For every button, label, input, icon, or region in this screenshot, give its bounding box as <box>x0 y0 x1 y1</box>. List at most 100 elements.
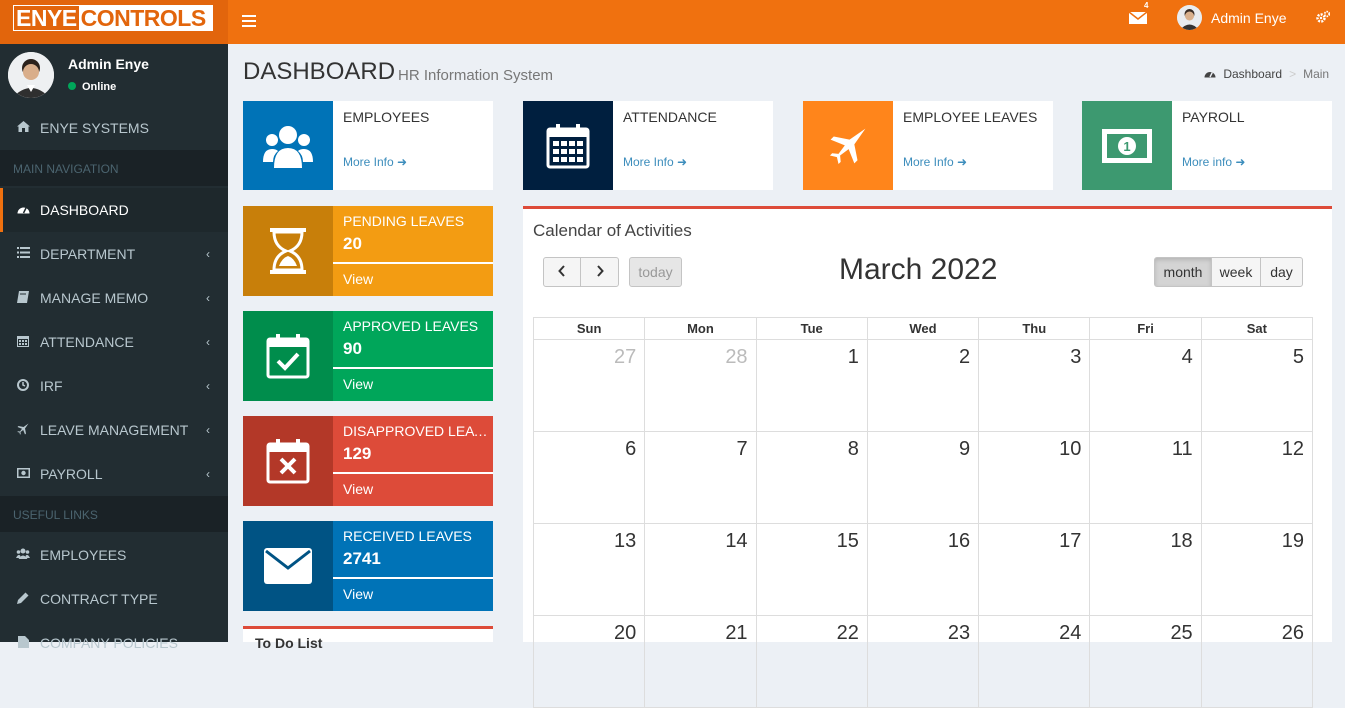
sidebar-link-company-policies[interactable]: COMPANY POLICIES <box>0 621 228 665</box>
calendar-day-cell[interactable]: 11 <box>1090 432 1202 523</box>
calendar-day-cell[interactable]: 22 <box>757 616 868 707</box>
calendar-day-cell[interactable]: 6 <box>533 432 646 523</box>
chevron-left-icon: ‹ <box>206 335 210 349</box>
calendar-times-icon <box>243 416 333 506</box>
calendar-day-cell[interactable]: 14 <box>645 524 757 615</box>
calendar-day-cell[interactable]: 16 <box>868 524 980 615</box>
calendar-day-cell[interactable]: 19 <box>1202 524 1313 615</box>
info-box-attendance: ATTENDANCE More Info ➜ <box>523 101 773 190</box>
calendar-day-cell[interactable]: 24 <box>979 616 1091 707</box>
sidebar-item-leave-management[interactable]: LEAVE MANAGEMENT ‹ <box>0 408 228 452</box>
sidebar-item-payroll[interactable]: PAYROLL ‹ <box>0 452 228 496</box>
pending-leaves-box: PENDING LEAVES 20 View <box>243 206 493 296</box>
calendar-day-cell[interactable]: 20 <box>533 616 646 707</box>
more-info-link[interactable]: More Info ➜ <box>903 155 967 169</box>
calendar-day-cell[interactable]: 23 <box>868 616 980 707</box>
user-menu[interactable]: Admin Enye <box>1211 10 1286 26</box>
view-link[interactable]: View <box>333 474 493 506</box>
calendar-day-cell[interactable]: 15 <box>757 524 868 615</box>
calendar-week-row: 13 14 15 16 17 18 19 <box>533 524 1313 616</box>
mail-icon[interactable]: 4 <box>1128 1 1148 26</box>
logo[interactable]: ENYE CONTROLS <box>13 5 213 31</box>
month-view-button[interactable]: month <box>1154 257 1212 287</box>
file-icon <box>16 635 30 651</box>
sidebar-item-attendance[interactable]: ATTENDANCE ‹ <box>0 320 228 364</box>
calendar-day-cell[interactable]: 26 <box>1202 616 1313 707</box>
breadcrumb-home-link[interactable]: Dashboard <box>1223 67 1282 81</box>
dow-sun: Sun <box>533 318 646 339</box>
dashboard-icon <box>1204 67 1219 81</box>
clock-icon <box>16 378 30 394</box>
sidebar-user-name: Admin Enye <box>68 56 149 72</box>
week-view-button[interactable]: week <box>1211 257 1261 287</box>
calendar-day-cell[interactable]: 4 <box>1090 340 1202 431</box>
plane-icon <box>803 101 893 190</box>
info-box-title: PAYROLL <box>1182 109 1245 125</box>
chevron-left-icon: ‹ <box>206 247 210 261</box>
view-link[interactable]: View <box>333 579 493 611</box>
dow-mon: Mon <box>645 318 757 339</box>
main-navigation-header: MAIN NAVIGATION <box>0 150 228 186</box>
sidebar-item-dashboard[interactable]: DASHBOARD <box>0 188 228 232</box>
calendar-week-row: 27 28 1 2 3 4 5 <box>533 340 1313 432</box>
chevron-left-icon: ‹ <box>206 467 210 481</box>
calendar-day-cell[interactable]: 21 <box>645 616 757 707</box>
arrow-circle-right-icon: ➜ <box>957 155 968 169</box>
logo-area: ENYE CONTROLS <box>0 0 228 44</box>
calendar-check-icon <box>243 311 333 401</box>
calendar-day-cell[interactable]: 17 <box>979 524 1091 615</box>
calendar-day-cell[interactable]: 28 <box>645 340 757 431</box>
calendar-day-cell[interactable]: 9 <box>868 432 980 523</box>
more-info-link[interactable]: More info ➜ <box>1182 155 1245 169</box>
calendar-day-cell[interactable]: 5 <box>1202 340 1313 431</box>
box-label: DISAPPROVED LEAVES <box>343 423 491 439</box>
calendar-day-cell[interactable]: 18 <box>1090 524 1202 615</box>
info-box-title: EMPLOYEES <box>343 109 430 125</box>
day-view-button[interactable]: day <box>1260 257 1303 287</box>
hourglass-icon <box>243 206 333 296</box>
chevron-right-icon <box>596 264 604 280</box>
calendar-month-title: March 2022 <box>839 253 998 286</box>
calendar-day-cell[interactable]: 25 <box>1090 616 1202 707</box>
sidebar-link-contract-type[interactable]: CONTRACT TYPE <box>0 577 228 621</box>
calendar-day-cell[interactable]: 13 <box>533 524 646 615</box>
plane-icon <box>16 423 30 438</box>
view-link[interactable]: View <box>333 264 493 296</box>
calendar-day-cell[interactable]: 1 <box>757 340 868 431</box>
page-title: DASHBOARD <box>243 58 396 85</box>
box-label: APPROVED LEAVES <box>343 318 479 334</box>
calendar-grid: Sun Mon Tue Wed Thu Fri Sat 27 28 1 2 3 … <box>533 317 1313 708</box>
calendar-week-row: 6 7 8 9 10 11 12 <box>533 432 1313 524</box>
dashboard-icon <box>16 203 30 217</box>
approved-leaves-box: APPROVED LEAVES 90 View <box>243 311 493 401</box>
calendar-day-cell[interactable]: 2 <box>868 340 980 431</box>
calendar-day-cell[interactable]: 10 <box>979 432 1091 523</box>
prev-month-button[interactable] <box>543 257 581 287</box>
gears-icon[interactable] <box>1316 10 1331 27</box>
sidebar-item-manage-memo[interactable]: MANAGE MEMO ‹ <box>0 276 228 320</box>
today-button[interactable]: today <box>629 257 682 287</box>
disapproved-leaves-box: DISAPPROVED LEAVES 129 View <box>243 416 493 506</box>
more-info-link[interactable]: More Info ➜ <box>623 155 687 169</box>
sidebar-item-irf[interactable]: IRF ‹ <box>0 364 228 408</box>
dow-fri: Fri <box>1090 318 1202 339</box>
list-icon <box>16 247 30 261</box>
box-count: 129 <box>343 444 372 463</box>
user-avatar[interactable] <box>1177 5 1202 30</box>
next-month-button[interactable] <box>580 257 619 287</box>
calendar-day-cell[interactable]: 8 <box>757 432 868 523</box>
calendar-panel: Calendar of Activities today March 2022 … <box>523 206 1332 708</box>
calendar-day-cell[interactable]: 27 <box>533 340 646 431</box>
sidebar-toggle-icon[interactable] <box>242 12 256 32</box>
sidebar-item-department[interactable]: DEPARTMENT ‹ <box>0 232 228 276</box>
arrow-circle-right-icon: ➜ <box>677 155 688 169</box>
more-info-link[interactable]: More Info ➜ <box>343 155 407 169</box>
calendar-day-cell[interactable]: 12 <box>1202 432 1313 523</box>
sidebar-item-enye-systems[interactable]: ENYE SYSTEMS <box>0 106 228 150</box>
sidebar-link-employees[interactable]: EMPLOYEES <box>0 533 228 577</box>
calendar-day-cell[interactable]: 7 <box>645 432 757 523</box>
calendar-day-cell[interactable]: 3 <box>979 340 1091 431</box>
calendar-icon <box>16 335 30 350</box>
view-link[interactable]: View <box>333 369 493 401</box>
box-label: PENDING LEAVES <box>343 213 465 229</box>
